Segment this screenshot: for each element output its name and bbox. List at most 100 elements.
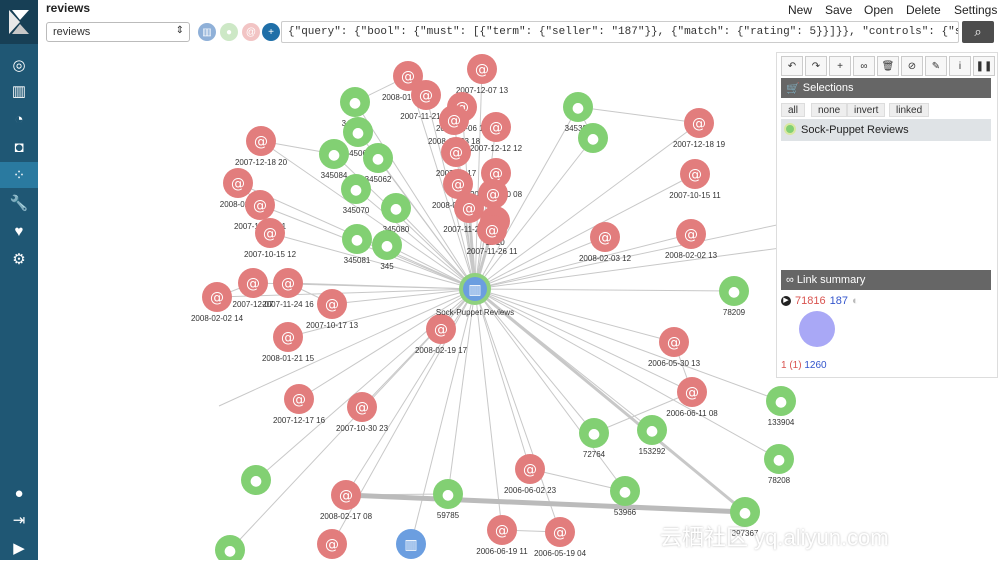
seller-node[interactable]: ● 153292 (637, 415, 667, 456)
at-icon: @ (523, 462, 537, 478)
reviewer-node[interactable]: @2006-06-02 23 (504, 454, 557, 495)
seller-node[interactable]: ●345062 (363, 143, 393, 184)
select-invert-button[interactable]: invert (847, 103, 886, 117)
seller-node[interactable]: ● (241, 465, 271, 495)
seller-node[interactable]: ● 78208 (764, 444, 794, 485)
graph-icon[interactable]: ⁘ (0, 162, 38, 188)
user-icon: ● (349, 95, 361, 111)
info-icon[interactable]: i (949, 56, 971, 76)
center-node[interactable]: ▥ Sock-Puppet Reviews (436, 273, 514, 317)
seller-node[interactable]: ● 345084 (319, 139, 349, 180)
reviewer-node[interactable]: @2007-10-30 23 (336, 392, 389, 433)
undo-icon[interactable]: ↶ (781, 56, 803, 76)
seller-node[interactable]: ● 72764 (579, 418, 609, 459)
top-bar: reviews New Save Open Delete Settings re… (38, 0, 1000, 46)
open-menu[interactable]: Open (864, 3, 893, 17)
node-label: 2006-05-30 13 (648, 359, 701, 368)
search-button[interactable]: ⌕ (962, 21, 994, 43)
timelion-icon[interactable]: ◘ (0, 134, 38, 160)
field-user-button[interactable]: ● (220, 23, 238, 41)
node-label: 2007-10-15 12 (244, 250, 297, 259)
play-icon[interactable]: ▶ (781, 296, 791, 306)
reviewer-node[interactable]: @2006-05-19 04 (534, 517, 587, 558)
index-pattern-select[interactable]: reviews ⇕ (46, 22, 190, 42)
block-icon[interactable]: ⊘ (901, 56, 923, 76)
reviewer-node[interactable]: @2006-05-30 13 (648, 327, 701, 368)
delete-menu[interactable]: Delete (906, 3, 941, 17)
link-icon[interactable]: ∞ (853, 56, 875, 76)
at-icon: @ (231, 176, 245, 192)
user-icon: ● (728, 284, 740, 300)
at-icon: @ (419, 88, 433, 104)
reviewer-node[interactable]: @2007-11-24 16 (262, 268, 314, 309)
save-menu[interactable]: Save (825, 3, 852, 17)
seller-node[interactable]: ● (578, 123, 608, 153)
graph-edge (474, 288, 735, 292)
user-icon: ● (739, 505, 751, 521)
seller-node[interactable]: ●345080 (381, 193, 411, 234)
user-icon: ● (350, 182, 362, 198)
logout-icon[interactable]: ⇥ (0, 507, 38, 533)
graph-edge-strong (345, 492, 746, 515)
delete-icon[interactable]: 🗑 (877, 56, 899, 76)
link-summary-title: Link summary (796, 274, 866, 286)
node-label: 2007-11-24 16 (262, 300, 314, 309)
group-node[interactable]: ▥155 (396, 529, 426, 560)
collapse-icon[interactable]: ▶ (0, 535, 38, 561)
reviewer-node[interactable]: @2007-12-18 19 (673, 108, 726, 149)
management-icon[interactable]: ⚙ (0, 246, 38, 272)
dev-tools-icon[interactable]: 🔧 (0, 190, 38, 216)
select-linked-button[interactable]: linked (889, 103, 930, 117)
reviewer-node[interactable]: @2007-12-17 16 (273, 384, 326, 425)
reviewer-node[interactable]: @2007-12-18 20 (235, 126, 288, 167)
link-summary-row: ▶ 71816 187 ◐ (781, 295, 859, 307)
reviewer-node[interactable]: @2007-12-07 13 (456, 54, 509, 95)
style-icon[interactable]: ✎ (925, 56, 947, 76)
seller-node[interactable]: ● 53966 (610, 476, 640, 517)
monitoring-icon[interactable]: ♥ (0, 218, 38, 244)
expand-icon[interactable]: + (829, 56, 851, 76)
seller-node[interactable]: ● 345 (372, 230, 402, 271)
node-label: 53966 (614, 508, 637, 517)
seller-node[interactable]: ● 133904 (766, 386, 796, 427)
redo-icon[interactable]: ↷ (805, 56, 827, 76)
bank-icon (784, 123, 796, 135)
user-icon: ● (250, 473, 262, 489)
reviewer-node[interactable]: @ (317, 529, 347, 559)
reviewer-node[interactable]: @2006-06-19 11 (476, 515, 528, 556)
seller-node[interactable]: ● 345070 (341, 174, 371, 215)
footer-count-c: 1260 (804, 360, 827, 371)
at-icon: @ (553, 525, 567, 541)
seller-node[interactable]: ● 345081 (342, 224, 372, 265)
select-all-button[interactable]: all (781, 103, 806, 117)
new-menu[interactable]: New (788, 3, 812, 17)
query-input[interactable]: {"query": {"bool": {"must": [{"term": {"… (281, 21, 959, 43)
discover-icon[interactable]: ◎ (0, 52, 38, 78)
at-icon: @ (325, 297, 339, 313)
user-icon: ● (352, 125, 364, 141)
pause-icon[interactable]: ❚❚ (973, 56, 995, 76)
at-icon: @ (475, 62, 489, 78)
selection-item[interactable]: Sock-Puppet Reviews (781, 119, 991, 141)
bank-icon: ▥ (404, 537, 417, 553)
node-label: 2008-01-21 15 (262, 354, 315, 363)
seller-node[interactable]: ● 78209 (719, 276, 749, 317)
reviewer-node[interactable]: @2008-02-03 12 (579, 222, 632, 263)
add-field-button[interactable]: + (262, 23, 280, 41)
kibana-logo[interactable] (0, 0, 38, 44)
select-none-button[interactable]: none (811, 103, 848, 117)
user-icon: ● (390, 201, 402, 217)
user-icon: ● (587, 131, 599, 147)
user-icon[interactable]: ● (0, 480, 38, 506)
field-at-button[interactable]: @ (242, 23, 260, 41)
node-label: 2007-12-18 20 (235, 158, 288, 167)
dashboard-icon[interactable]: ◔ (0, 106, 38, 132)
at-icon: @ (263, 226, 277, 242)
footer-count-a: 1 (781, 360, 787, 371)
visualize-icon[interactable]: ▥ (0, 78, 38, 104)
node-label: 59785 (437, 511, 460, 520)
reviewer-node[interactable]: @2007-10-15 11 (669, 159, 721, 200)
seller-node[interactable]: ● 59785 (433, 479, 463, 520)
field-bank-button[interactable]: ▥ (198, 23, 216, 41)
settings-menu[interactable]: Settings (954, 3, 997, 17)
